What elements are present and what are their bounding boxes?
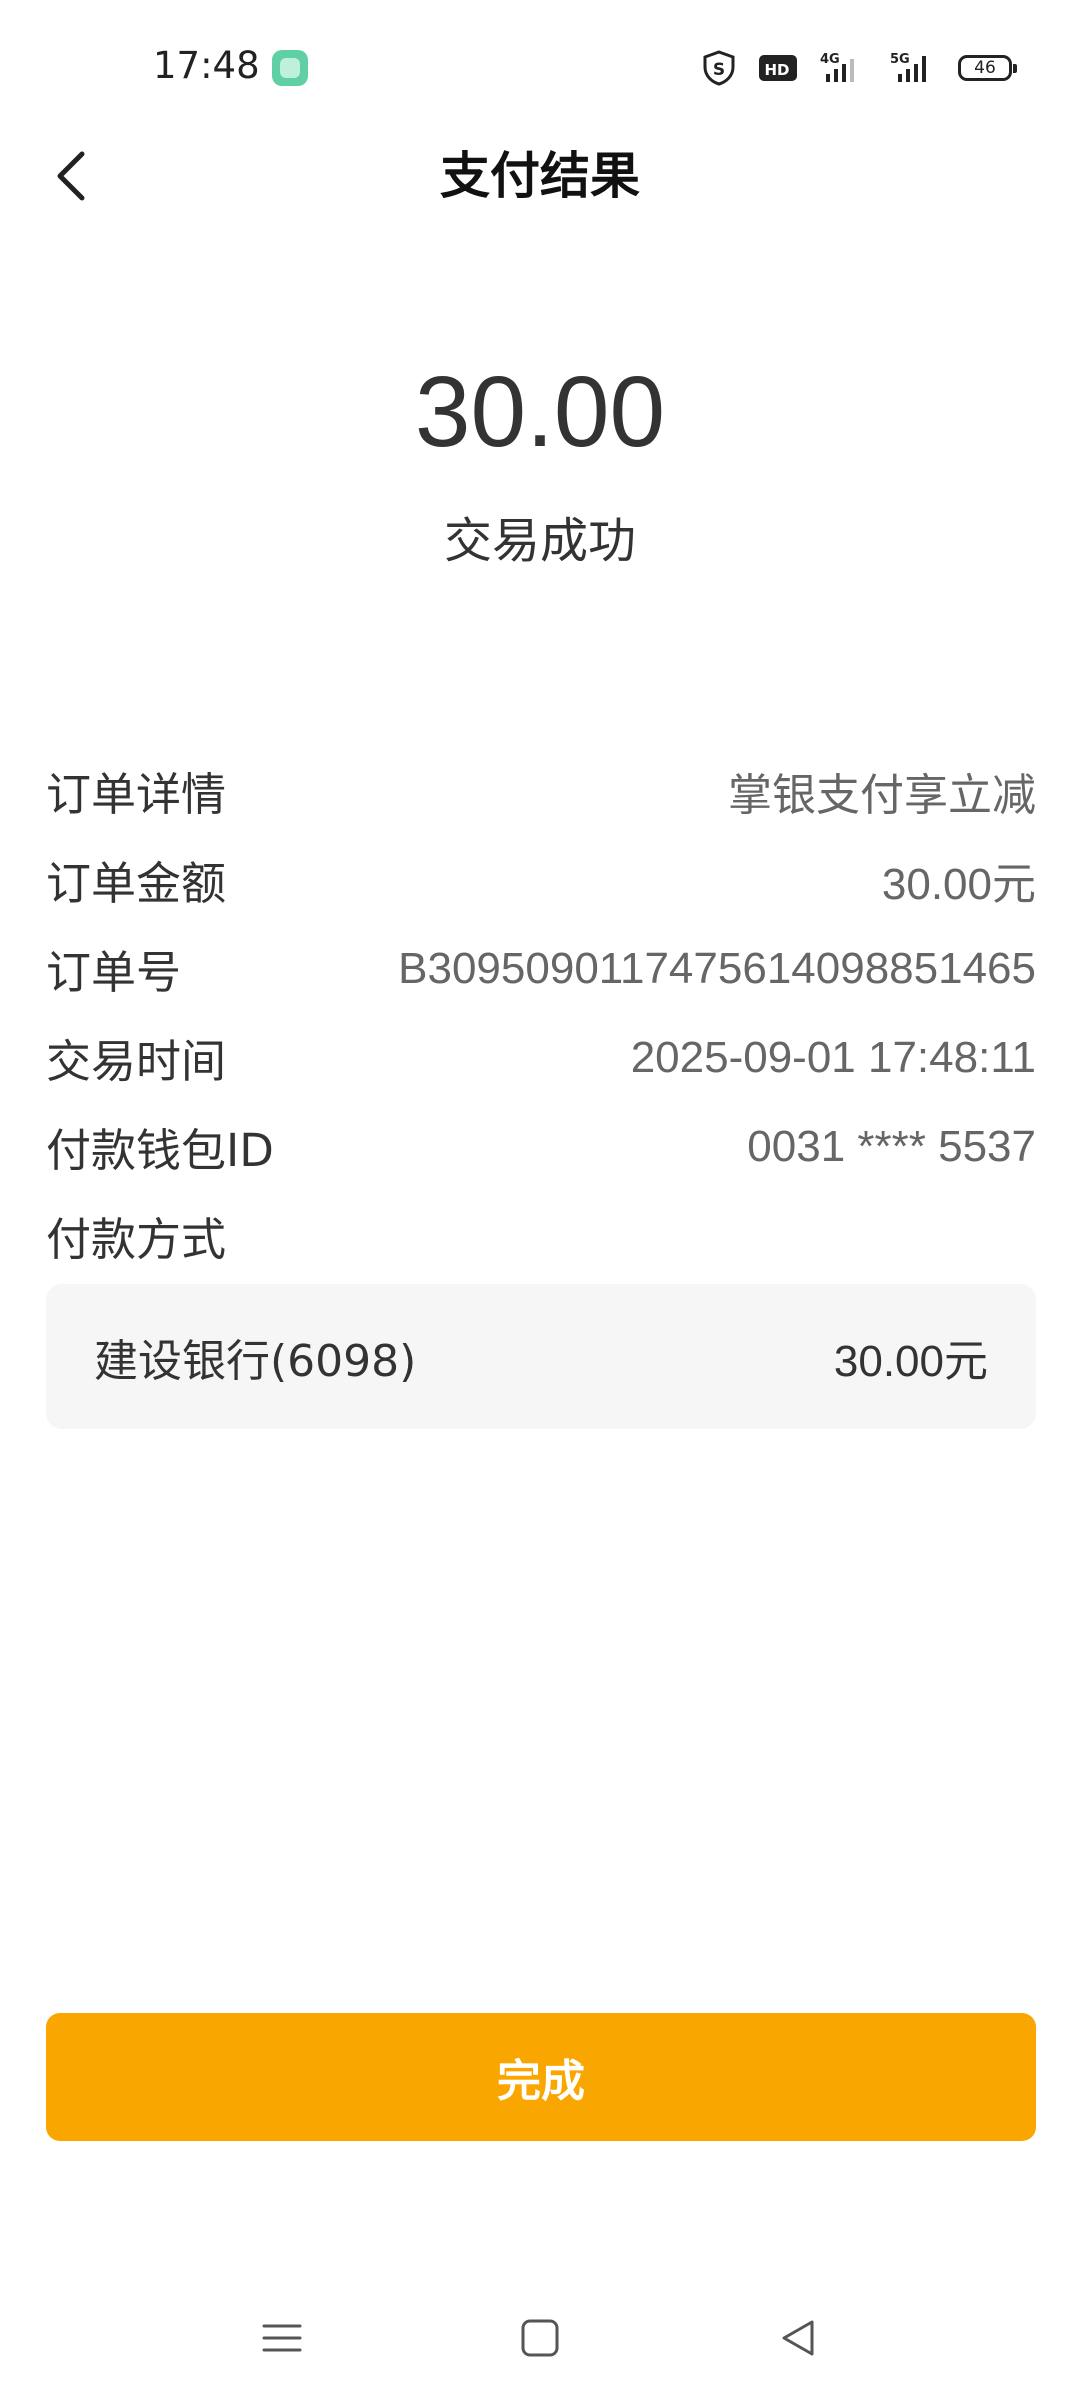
status-icons: S HD 4G 5G 46 bbox=[702, 46, 1017, 90]
status-time: 17:48 bbox=[153, 44, 260, 87]
signal-4g-icon: 4G bbox=[820, 50, 864, 86]
detail-label: 交易时间 bbox=[46, 1035, 227, 1088]
page-title: 支付结果 bbox=[440, 147, 640, 205]
detail-label: 订单金额 bbox=[46, 857, 227, 910]
detail-label: 付款钱包ID bbox=[46, 1124, 274, 1177]
battery-icon: 46 bbox=[958, 55, 1017, 81]
status-bar: 17:48 S HD 4G 5G 46 bbox=[0, 0, 1080, 134]
detail-label: 订单详情 bbox=[46, 768, 227, 821]
detail-label: 付款方式 bbox=[46, 1213, 227, 1266]
header: 支付结果 bbox=[0, 134, 1080, 218]
detail-value: 30.00元 bbox=[881, 859, 1036, 909]
svg-text:5G: 5G bbox=[890, 52, 910, 67]
hd-icon: HD bbox=[758, 50, 798, 86]
signal-5g-icon: 5G bbox=[886, 50, 936, 86]
menu-icon bbox=[262, 2324, 302, 2352]
svg-text:HD: HD bbox=[764, 61, 789, 79]
detail-row-order-amount: 订单金额 30.00元 bbox=[46, 835, 1036, 924]
payment-method-card: 建设银行(6098) 30.00元 bbox=[46, 1284, 1036, 1429]
detail-label: 订单号 bbox=[46, 946, 182, 999]
payment-amount: 30.00 bbox=[414, 356, 666, 468]
shield-s-icon: S bbox=[702, 50, 736, 86]
detail-row-wallet-id: 付款钱包ID 0031 **** 5537 bbox=[46, 1102, 1036, 1191]
system-nav-bar bbox=[0, 2290, 1080, 2380]
nav-menu-button[interactable] bbox=[252, 2308, 312, 2368]
nav-home-button[interactable] bbox=[510, 2308, 570, 2368]
back-triangle-icon bbox=[782, 2320, 814, 2356]
detail-value: 2025-09-01 17:48:11 bbox=[630, 1032, 1036, 1082]
detail-value: 掌银支付享立减 bbox=[728, 770, 1036, 820]
svg-text:4G: 4G bbox=[820, 52, 840, 67]
payment-bank-amount: 30.00元 bbox=[833, 1336, 988, 1386]
home-square-icon bbox=[521, 2319, 559, 2357]
detail-value: 0031 **** 5537 bbox=[747, 1121, 1036, 1171]
payment-bank-name: 建设银行(6098) bbox=[94, 1335, 417, 1387]
detail-row-payment-method: 付款方式 bbox=[46, 1191, 1036, 1280]
detail-row-order-detail: 订单详情 掌银支付享立减 bbox=[46, 746, 1036, 835]
done-button[interactable]: 完成 bbox=[46, 2013, 1036, 2141]
transaction-status: 交易成功 bbox=[443, 513, 636, 569]
detail-row-transaction-time: 交易时间 2025-09-01 17:48:11 bbox=[46, 1013, 1036, 1102]
order-details: 订单详情 掌银支付享立减 订单金额 30.00元 订单号 B3095090117… bbox=[46, 746, 1036, 1280]
detail-value: B3095090117475614098851465 bbox=[398, 943, 1036, 993]
nav-back-button[interactable] bbox=[768, 2308, 828, 2368]
svg-text:S: S bbox=[713, 60, 725, 80]
detail-row-order-number: 订单号 B3095090117475614098851465 bbox=[46, 924, 1036, 1013]
app-notification-icon bbox=[272, 50, 308, 86]
